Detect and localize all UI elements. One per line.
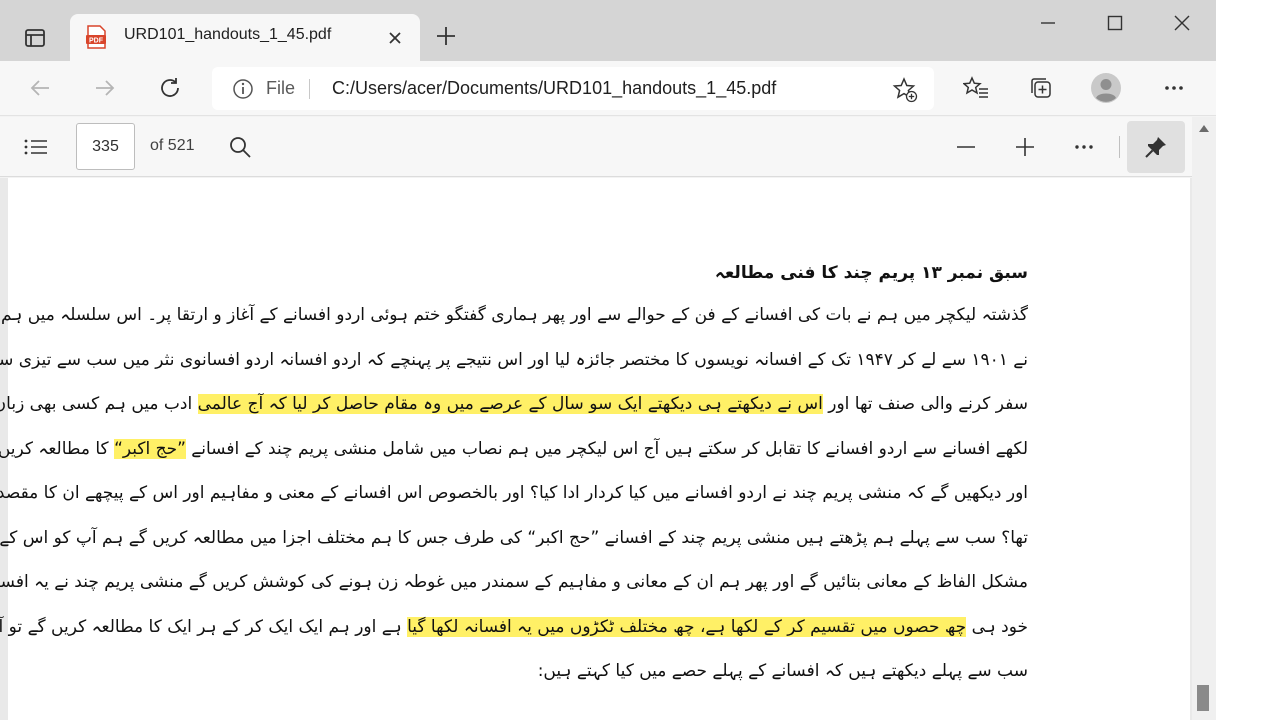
active-tab[interactable]: PDF URD101_handouts_1_45.pdf: [70, 14, 420, 61]
paragraph-line: سب سے پہلے دیکھتے ہیں کہ افسانے کے پہلے …: [538, 660, 1028, 681]
plus-icon: [1016, 138, 1034, 156]
line-text: کا مطالعہ کریں گے: [0, 438, 109, 459]
page-number-input[interactable]: 335: [76, 123, 135, 170]
avatar-icon: [1091, 73, 1121, 103]
browser-window: PDF URD101_handouts_1_45.pdf File C:/Use…: [0, 0, 1216, 720]
favorites-button[interactable]: [958, 70, 994, 106]
arrow-left-icon: [30, 80, 49, 96]
settings-menu-button[interactable]: [1156, 70, 1192, 106]
paragraph-line: اور دیکھیں گے کہ منشی پریم چند نے اردو ا…: [0, 482, 1028, 503]
minimize-icon: [1041, 22, 1055, 24]
file-scheme-label: File: [266, 78, 296, 98]
arrow-right-icon: [96, 80, 115, 96]
pin-icon: [1145, 137, 1166, 158]
profile-button[interactable]: [1088, 70, 1124, 106]
tab-title: URD101_handouts_1_45.pdf: [124, 26, 332, 43]
paragraph-line: گذشتہ لیکچر میں ہم نے بات کی افسانے کے ف…: [1, 304, 1028, 325]
svg-text:PDF: PDF: [89, 38, 104, 45]
pdf-page: سبق نمبر ۱۳ پریم چند کا فنی مطالعہ گذشتہ…: [0, 178, 1190, 720]
tab-close-button[interactable]: [383, 26, 407, 50]
tab-actions-button[interactable]: [16, 19, 54, 57]
paragraph-line: خود ہی چھ حصوں میں تقسیم کر کے لکھا ہے، …: [0, 616, 1028, 637]
maximize-button[interactable]: [1092, 6, 1138, 40]
new-tab-button[interactable]: [432, 22, 460, 50]
add-favorite-button[interactable]: [891, 76, 919, 104]
pdf-toolbar: 335 of 521: [0, 117, 1216, 177]
maximize-icon: [1107, 15, 1123, 31]
vertical-scrollbar[interactable]: [1192, 117, 1216, 720]
highlighted-text: اس نے دیکھتے ہی دیکھتے ایک سو سال کے عرص…: [197, 394, 823, 414]
forward-button[interactable]: [87, 70, 123, 106]
collections-button[interactable]: [1023, 70, 1059, 106]
tab-strip: PDF URD101_handouts_1_45.pdf: [0, 0, 1216, 61]
refresh-button[interactable]: [152, 70, 188, 106]
lesson-heading: سبق نمبر ۱۳ پریم چند کا فنی مطالعہ: [714, 263, 1028, 283]
line-text: نے ۱۹۰۱ سے لے کر ۱۹۴۷ تک کے افسانہ نویسو…: [0, 349, 1028, 370]
zoom-in-button[interactable]: [1008, 131, 1042, 163]
line-text: سب سے پہلے دیکھتے ہیں کہ افسانے کے پہلے …: [537, 661, 1028, 681]
info-icon[interactable]: [232, 78, 254, 100]
page-total-label: of 521: [150, 137, 195, 154]
scrollbar-thumb[interactable]: [1197, 685, 1209, 711]
paragraph-line: نے ۱۹۰۱ سے لے کر ۱۹۴۷ تک کے افسانہ نویسو…: [0, 349, 1028, 370]
paragraph-line: لکھے افسانے سے اردو افسانے کا تقابل کر س…: [0, 438, 1028, 459]
list-icon: [24, 139, 47, 155]
minimize-button[interactable]: [1025, 6, 1071, 40]
line-text: مشکل الفاظ کے معانی بتائیں گے اور پھر ہم…: [0, 572, 1028, 592]
line-text: ہے اور ہم ایک ایک کر کے ہر ایک کا مطالعہ…: [0, 616, 408, 637]
line-text: گذشتہ لیکچر میں ہم نے بات کی افسانے کے ف…: [1, 305, 1028, 325]
desktop-background: [1216, 0, 1280, 720]
refresh-icon: [161, 78, 179, 97]
back-button[interactable]: [22, 70, 58, 106]
line-text: ادب میں ہم کسی بھی زبان میں: [0, 394, 193, 414]
close-icon: [389, 32, 401, 44]
close-icon: [1174, 15, 1190, 31]
toolbar-divider: [1119, 136, 1120, 158]
url-text[interactable]: C:/Users/acer/Documents/URD101_handouts_…: [332, 78, 776, 99]
search-icon: [230, 137, 251, 158]
zoom-out-button[interactable]: [949, 131, 983, 163]
more-horizontal-icon: [1165, 86, 1183, 90]
pin-toolbar-button[interactable]: [1127, 121, 1185, 173]
tab-actions-icon: [25, 29, 45, 47]
paragraph-line: تھا؟ سب سے پہلے ہم پڑھتے ہیں منشی پریم چ…: [0, 527, 1028, 548]
highlighted-text: چھ حصوں میں تقسیم کر کے لکھا ہے، چھ مختل…: [407, 616, 967, 637]
collections-icon: [1031, 78, 1051, 98]
minus-icon: [957, 146, 975, 148]
more-horizontal-icon: [1075, 145, 1093, 149]
line-text: سفر کرنے والی صنف تھا اور: [822, 394, 1028, 414]
paragraph-line: سفر کرنے والی صنف تھا اور اس نے دیکھتے ہ…: [0, 393, 1028, 414]
find-button[interactable]: [226, 133, 254, 161]
window-close-button[interactable]: [1159, 6, 1205, 40]
scroll-up-arrow[interactable]: [1199, 125, 1209, 132]
star-plus-icon: [892, 77, 918, 103]
address-separator: [309, 79, 310, 99]
table-of-contents-button[interactable]: [18, 131, 54, 163]
line-text: خود ہی: [966, 616, 1028, 637]
paragraph-line: مشکل الفاظ کے معانی بتائیں گے اور پھر ہم…: [0, 571, 1028, 592]
more-tools-button[interactable]: [1067, 131, 1101, 163]
line-text: لکھے افسانے سے اردو افسانے کا تقابل کر س…: [185, 438, 1028, 459]
highlighted-text: ”حج اکبر“: [114, 438, 186, 459]
navigation-bar: File C:/Users/acer/Documents/URD101_hand…: [0, 61, 1216, 116]
favorites-list-icon: [963, 76, 988, 98]
line-text: اور دیکھیں گے کہ منشی پریم چند نے اردو ا…: [0, 483, 1028, 503]
pdf-viewer[interactable]: سبق نمبر ۱۳ پریم چند کا فنی مطالعہ گذشتہ…: [0, 178, 1192, 720]
pdf-file-icon: PDF: [86, 25, 106, 49]
plus-icon: [437, 27, 455, 45]
line-text: تھا؟ سب سے پہلے ہم پڑھتے ہیں منشی پریم چ…: [0, 527, 1028, 548]
address-bar[interactable]: File C:/Users/acer/Documents/URD101_hand…: [212, 67, 934, 110]
